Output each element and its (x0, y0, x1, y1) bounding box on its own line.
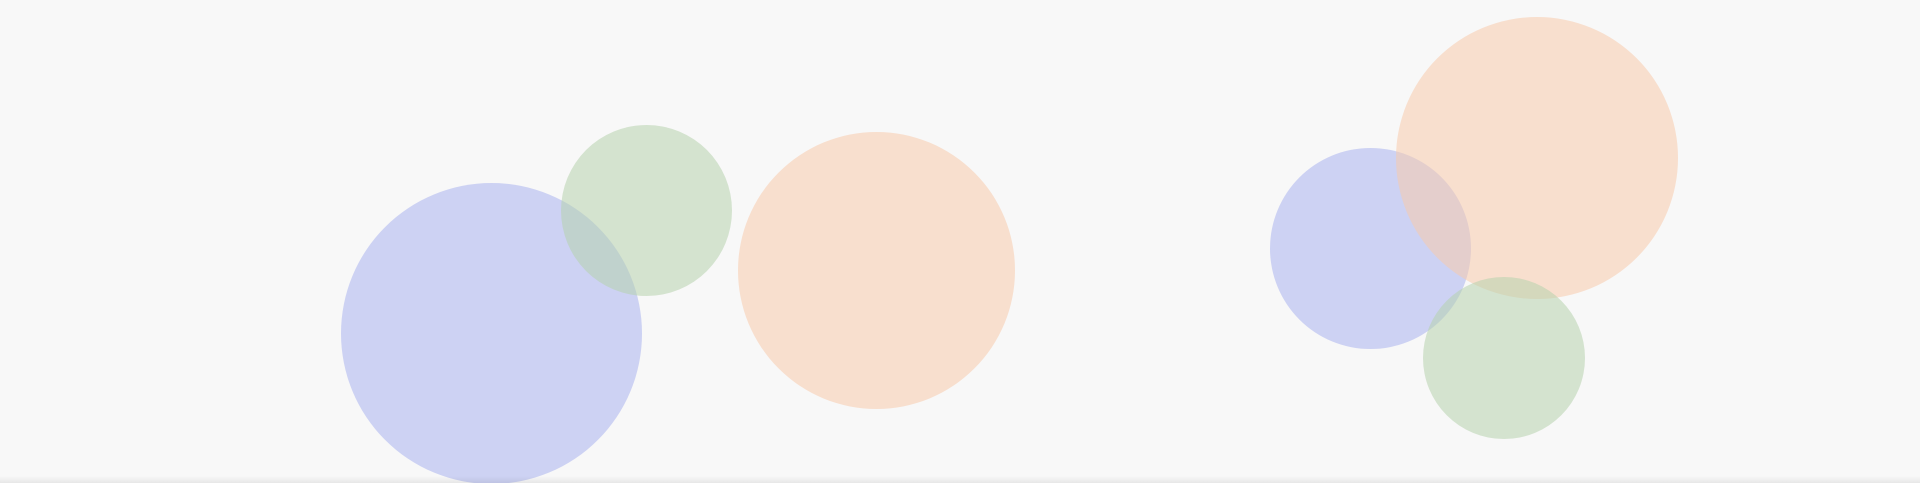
bubble-green-bottom-right (1423, 277, 1585, 439)
decorative-bubble-banner (0, 0, 1920, 483)
banner-bottom-shadow (0, 476, 1920, 483)
bubble-orange-top-right (1396, 17, 1678, 299)
bubble-orange-center (738, 132, 1015, 409)
page-bottom-strip (0, 483, 1920, 495)
bubble-green-small (561, 125, 732, 296)
